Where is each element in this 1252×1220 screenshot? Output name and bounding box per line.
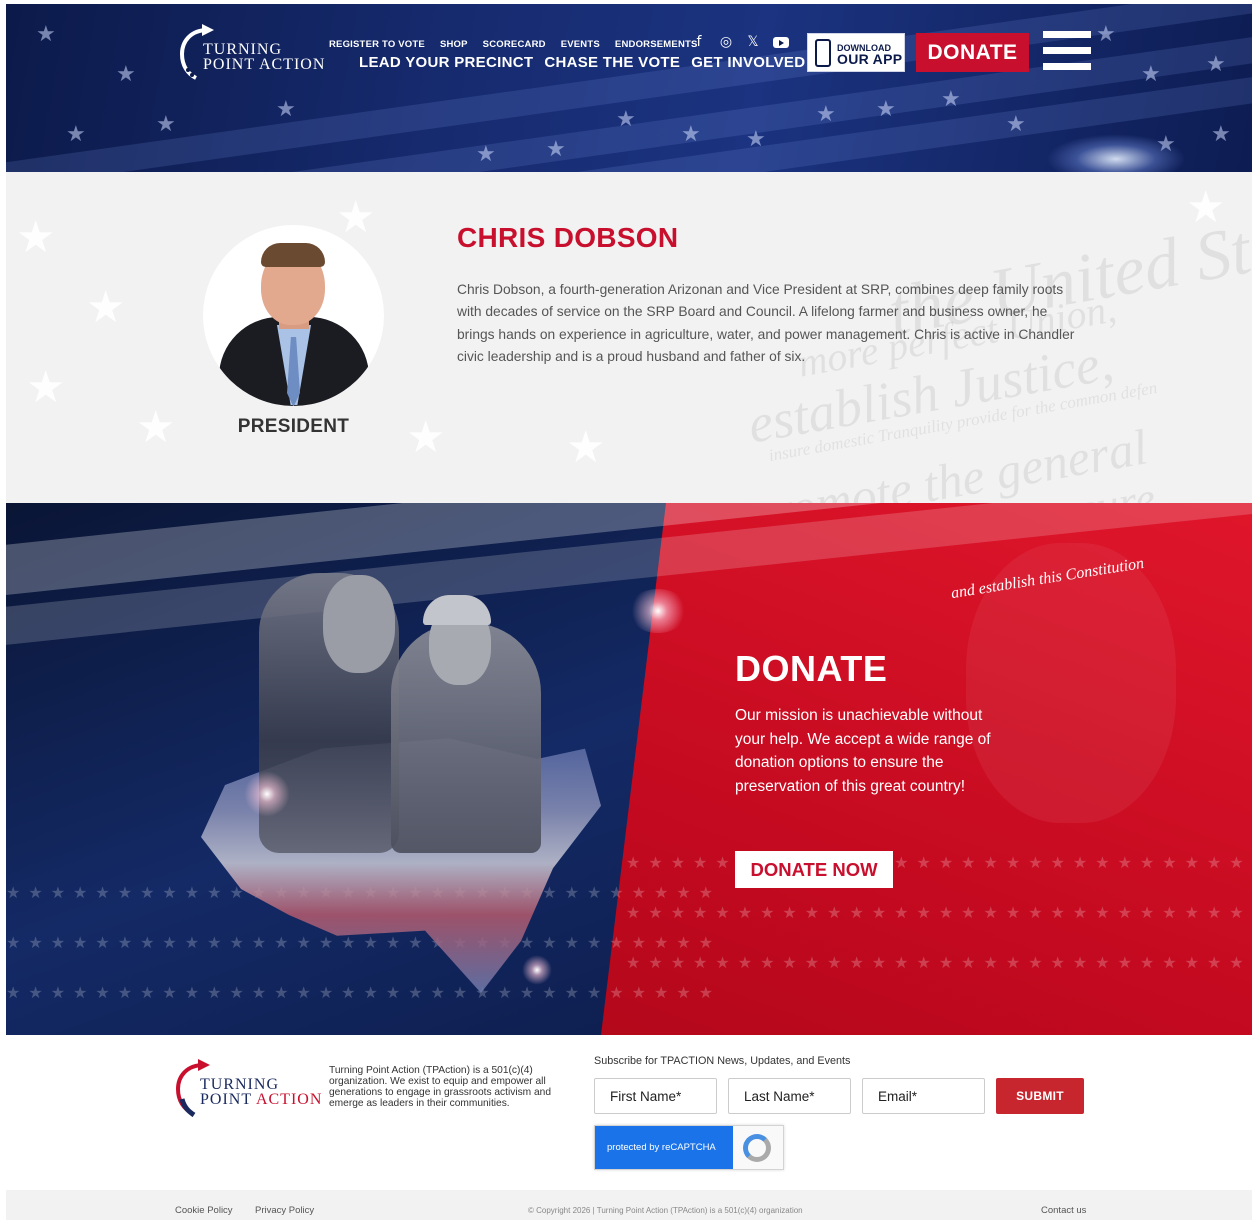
x-icon[interactable]: 𝕏 — [746, 34, 760, 50]
nav-lead-your-precinct[interactable]: LEAD YOUR PRECINCT — [359, 54, 533, 71]
download-app-button[interactable]: DOWNLOAD OUR APP — [807, 33, 905, 72]
star-decoration: ★ — [546, 137, 566, 162]
donate-now-button[interactable]: DONATE NOW — [735, 851, 893, 888]
privacy-policy-link[interactable]: Privacy Policy — [255, 1205, 314, 1216]
site-header: ★ ★ ★ ★ ★ ★ ★ ★ ★ ★ ★ ★ ★ ★ ★ ★ ★ ★ ★ TU… — [6, 4, 1252, 172]
star-decoration: ★ — [156, 112, 176, 137]
star-decoration: ★ — [566, 422, 606, 473]
star-decoration: ★ — [1206, 52, 1226, 77]
top-nav: REGISTER TO VOTE SHOP SCORECARD EVENTS E… — [329, 39, 698, 50]
star-decoration: ★ — [476, 142, 496, 167]
first-name-field[interactable]: First Name* — [594, 1078, 717, 1114]
person-name: CHRIS DOBSON — [457, 222, 679, 253]
subscribe-heading: Subscribe for TPACTION News, Updates, an… — [594, 1055, 851, 1067]
star-decoration: ★ — [36, 22, 56, 47]
main-nav: LEAD YOUR PRECINCT CHASE THE VOTE GET IN… — [359, 54, 805, 71]
bottom-bar: Cookie Policy Privacy Policy © Copyright… — [6, 1190, 1252, 1220]
star-decoration: ★ — [1006, 112, 1026, 137]
header-donate-button[interactable]: DONATE — [916, 33, 1029, 72]
person-role: PRESIDENT — [237, 416, 350, 437]
footer-logo[interactable]: TURNING POINT ACTION — [174, 1055, 324, 1121]
nav-register-to-vote[interactable]: REGISTER TO VOTE — [329, 39, 425, 50]
avatar — [203, 225, 384, 406]
email-field[interactable]: Email* — [862, 1078, 985, 1114]
footer-logo-word-action: ACTION — [255, 1091, 323, 1108]
menu-icon[interactable] — [1043, 31, 1091, 71]
contact-us-link[interactable]: Contact us — [1041, 1205, 1086, 1216]
star-decoration: ★ — [136, 402, 176, 453]
nav-shop[interactable]: SHOP — [440, 39, 468, 50]
copyright-text: © Copyright 2026 | Turning Point Action … — [528, 1206, 803, 1215]
star-decoration: ★ — [816, 102, 836, 127]
donate-section: ★★★★★★★★★★★★★★★★★★★★★★★★★★★★★★★★ ★★★★★★★… — [6, 503, 1252, 1035]
last-name-field[interactable]: Last Name* — [728, 1078, 851, 1114]
recaptcha-label: protected by reCAPTCHA — [595, 1126, 733, 1169]
nav-scorecard[interactable]: SCORECARD — [483, 39, 546, 50]
nav-endorsements[interactable]: ENDORSEMENTS — [615, 39, 698, 50]
logo-line-2: POINT ACTION — [203, 56, 326, 73]
star-row-decoration: ★★★★★★★★★★★★★★★★★★★★★★★★★★★★★ — [626, 903, 1252, 922]
star-decoration: ★ — [1096, 22, 1116, 47]
submit-button[interactable]: SUBMIT — [996, 1078, 1084, 1114]
star-row-decoration: ★★★★★★★★★★★★★★★★★★★★★★★★★★★★★ — [626, 953, 1252, 972]
app-button-line-2: OUR APP — [837, 51, 903, 67]
cookie-policy-link[interactable]: Cookie Policy — [175, 1205, 233, 1216]
bio-text: Chris Dobson, a fourth-generation Arizon… — [457, 282, 1075, 365]
star-decoration: ★ — [116, 62, 136, 87]
star-decoration: ★ — [406, 412, 446, 463]
star-decoration: ★ — [26, 362, 66, 413]
youtube-icon[interactable] — [773, 37, 789, 48]
star-decoration: ★ — [16, 212, 56, 263]
footer-description: Turning Point Action (TPAction) is a 501… — [329, 1065, 551, 1109]
star-decoration: ★ — [616, 107, 636, 132]
donate-title: DONATE — [735, 648, 888, 689]
star-decoration: ★ — [336, 192, 376, 243]
lens-flare — [244, 771, 290, 817]
recaptcha-icon — [743, 1134, 771, 1162]
star-decoration: ★ — [276, 97, 296, 122]
lens-flare — [522, 955, 552, 985]
star-decoration: ★ — [876, 97, 896, 122]
footer-logo-word-point: POINT — [200, 1091, 256, 1108]
star-decoration: ★ — [66, 122, 86, 147]
star-decoration: ★ — [681, 122, 701, 147]
site-footer: TURNING POINT ACTION Turning Point Actio… — [6, 1035, 1252, 1190]
star-row-decoration: ★★★★★★★★★★★★★★★★★★★★★★★★★★★★★ — [626, 853, 1252, 872]
lens-flare — [628, 589, 688, 633]
star-decoration: ★ — [1141, 62, 1161, 87]
footer-logo-line-2: POINT ACTION — [200, 1092, 322, 1108]
facebook-icon[interactable]: f — [692, 34, 706, 50]
recaptcha-widget[interactable]: protected by reCAPTCHA — [594, 1125, 784, 1170]
nav-events[interactable]: EVENTS — [561, 39, 600, 50]
star-decoration: ★ — [746, 127, 766, 152]
bio-section: ★ ★ ★ ★ ★ ★ ★ ★ the United States more p… — [6, 172, 1252, 503]
nav-chase-the-vote[interactable]: CHASE THE VOTE — [544, 54, 680, 71]
phone-icon — [815, 39, 831, 67]
donate-text: Our mission is unachievable without your… — [735, 707, 991, 795]
site-logo[interactable]: TURNING POINT ACTION — [178, 20, 328, 86]
star-decoration: ★ — [86, 282, 126, 333]
nav-get-involved[interactable]: GET INVOLVED — [691, 54, 805, 71]
instagram-icon[interactable]: ◎ — [719, 34, 733, 50]
star-decoration: ★ — [941, 87, 961, 112]
social-links: f ◎ 𝕏 — [692, 34, 789, 50]
star-decoration: ★ — [1211, 122, 1231, 147]
